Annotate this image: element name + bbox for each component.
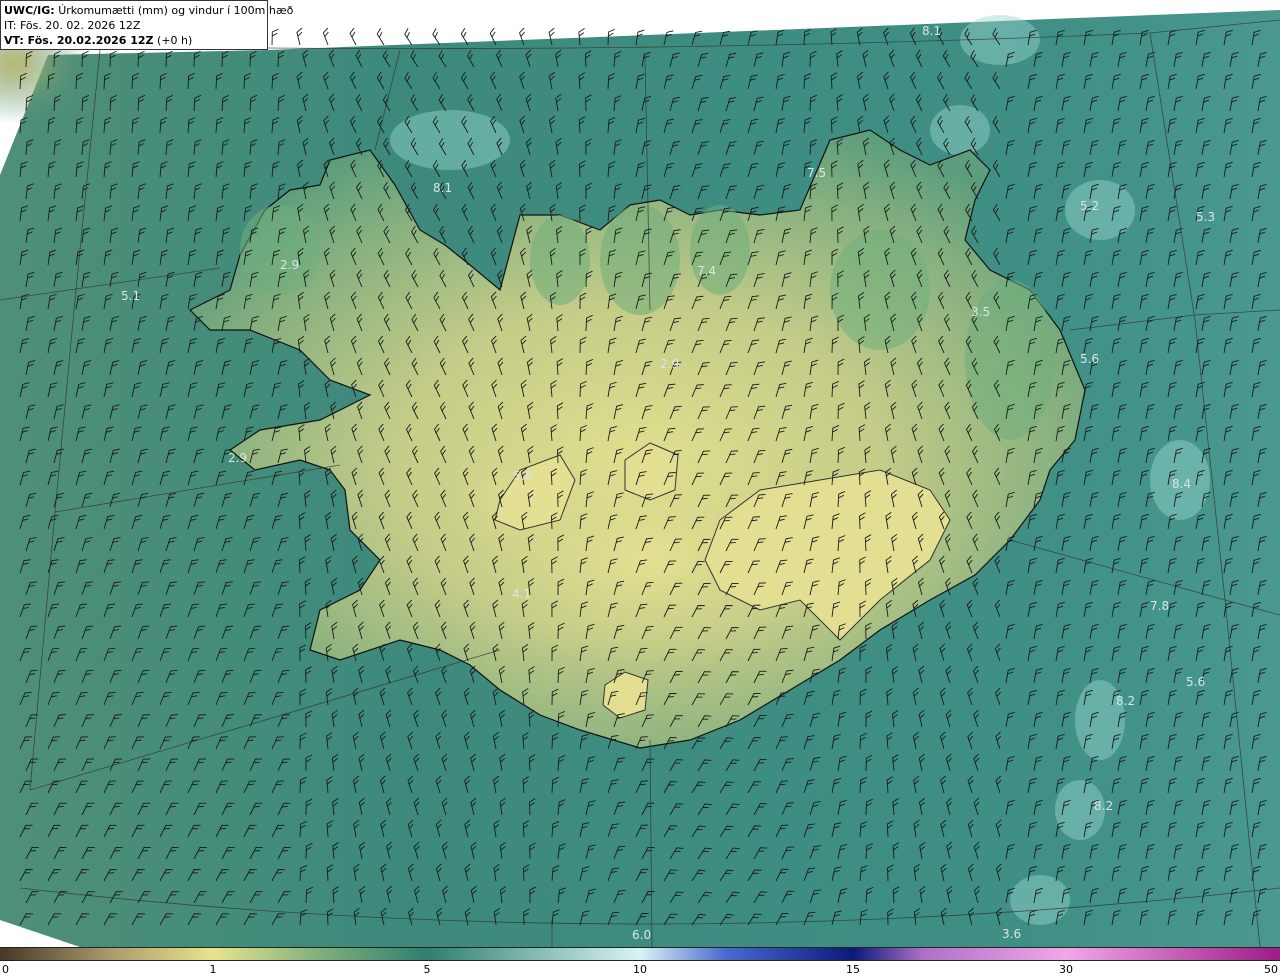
value-label: 7.8 (1150, 599, 1169, 613)
colorbar-labels: 0 1 5 10 15 30 50 (0, 961, 1280, 978)
value-label: 7.5 (807, 166, 826, 180)
forecast-map[interactable]: 8.1 7.5 8.1 2.9 5.1 7.4 3.5 5.3 2.9 5.6 … (0, 0, 1280, 947)
value-label: 3.6 (1002, 927, 1021, 941)
product-code: UWC/IG: (4, 4, 55, 17)
value-label: 6.0 (632, 928, 651, 942)
colorbar-tick-label: 10 (633, 963, 647, 976)
colorbar-tick-label: 0 (2, 963, 9, 976)
valid-time-row: VT: Fös. 20.02.2026 12Z (+0 h) (4, 33, 264, 48)
value-label: 8.2 (1094, 799, 1113, 813)
init-time: Fös. 20. 02. 2026 12Z (19, 19, 141, 32)
value-label: 4.1 (512, 587, 531, 601)
value-label: 2.9 (228, 451, 247, 465)
colorbar-tick-label: 30 (1059, 963, 1073, 976)
colorbar-tick-label: 5 (423, 963, 431, 976)
init-time-row: IT: Fös. 20. 02. 2026 12Z (4, 18, 264, 33)
value-label: 8.4 (1172, 477, 1191, 491)
value-label: 2.9 (280, 258, 299, 272)
value-label: 5.8 (513, 469, 532, 483)
value-label: 5.2 (1080, 199, 1099, 213)
valid-time: VT: Fös. 20.02.2026 12Z (4, 34, 154, 47)
value-label: 2.9 (660, 357, 679, 371)
colorbar (0, 947, 1280, 961)
value-label: 5.6 (1080, 352, 1099, 366)
title-row: UWC/IG: Úrkomumætti (mm) og vindur í 100… (4, 3, 293, 18)
value-label: 8.1 (922, 24, 941, 38)
product-description: Úrkomumætti (mm) og vindur í 100m hæð (58, 4, 294, 17)
valid-offset: (+0 h) (157, 34, 193, 47)
value-label: 5.6 (1186, 675, 1205, 689)
colorbar-tick-label: 50 (1264, 963, 1278, 976)
value-label: 5.1 (121, 289, 140, 303)
init-prefix: IT: (4, 19, 17, 32)
value-label: 7.4 (697, 264, 716, 278)
map-info-box: UWC/IG: Úrkomumætti (mm) og vindur í 100… (0, 0, 293, 50)
colorbar-tick-label: 15 (846, 963, 860, 976)
colorbar-tick-label: 1 (209, 963, 217, 976)
value-label: 8.2 (1116, 694, 1135, 708)
value-label: 8.1 (433, 181, 452, 195)
value-label: 5.3 (1196, 210, 1215, 224)
value-label: 3.5 (971, 305, 990, 319)
map-viewer: 8.1 7.5 8.1 2.9 5.1 7.4 3.5 5.3 2.9 5.6 … (0, 0, 1280, 978)
